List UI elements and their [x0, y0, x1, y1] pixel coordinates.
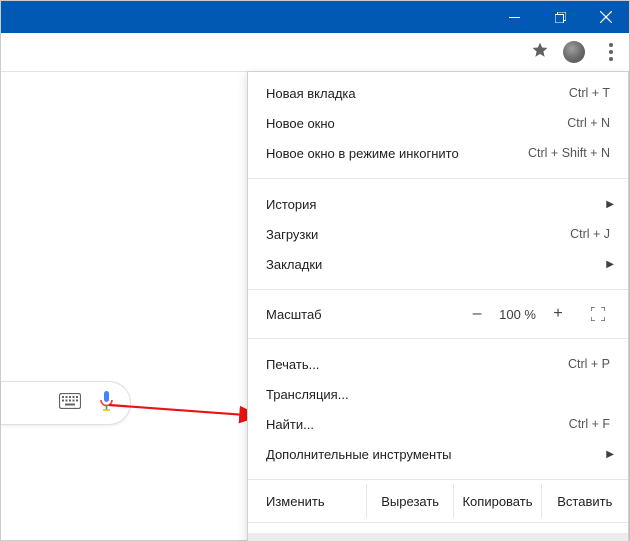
- menu-zoom: Масштаб – 100 % +: [248, 294, 628, 334]
- menu-item-label: Новое окно в режиме инкогнито: [266, 146, 528, 161]
- bookmark-star-icon[interactable]: [531, 41, 549, 64]
- profile-avatar[interactable]: [563, 41, 585, 63]
- menu-item-shortcut: Ctrl + P: [568, 357, 610, 371]
- menu-find[interactable]: Найти... Ctrl + F: [248, 409, 628, 439]
- menu-cast[interactable]: Трансляция...: [248, 379, 628, 409]
- menu-item-label: Новое окно: [266, 116, 567, 131]
- menu-print[interactable]: Печать... Ctrl + P: [248, 349, 628, 379]
- menu-item-shortcut: Ctrl + Shift + N: [528, 146, 610, 160]
- zoom-value: 100 %: [499, 307, 536, 322]
- menu-settings[interactable]: Настройки: [248, 533, 628, 541]
- menu-item-shortcut: Ctrl + J: [570, 227, 610, 241]
- menu-item-label: Закладки: [266, 257, 610, 272]
- menu-item-label: Новая вкладка: [266, 86, 569, 101]
- search-bar-right-edge[interactable]: [1, 381, 131, 425]
- browser-toolbar: [1, 33, 629, 72]
- fullscreen-button[interactable]: [586, 302, 610, 326]
- menu-bookmarks[interactable]: Закладки ▶: [248, 249, 628, 279]
- maximize-button[interactable]: [537, 1, 583, 33]
- more-vertical-icon: [609, 43, 613, 61]
- fullscreen-icon: [591, 307, 605, 321]
- window-titlebar: [1, 1, 629, 33]
- menu-item-label: Трансляция...: [266, 387, 610, 402]
- chevron-right-icon: ▶: [606, 449, 614, 460]
- menu-downloads[interactable]: Загрузки Ctrl + J: [248, 219, 628, 249]
- edit-paste[interactable]: Вставить: [541, 484, 628, 518]
- maximize-icon: [555, 12, 566, 23]
- menu-new-tab[interactable]: Новая вкладка Ctrl + T: [248, 78, 628, 108]
- menu-item-shortcut: Ctrl + T: [569, 86, 610, 100]
- menu-item-label: Найти...: [266, 417, 569, 432]
- menu-more-tools[interactable]: Дополнительные инструменты ▶: [248, 439, 628, 469]
- chevron-right-icon: ▶: [606, 259, 614, 270]
- menu-item-label: История: [266, 197, 610, 212]
- keyboard-icon[interactable]: [59, 393, 81, 414]
- menu-separator: [248, 479, 628, 480]
- menu-item-shortcut: Ctrl + N: [567, 116, 610, 130]
- chrome-main-menu: Новая вкладка Ctrl + T Новое окно Ctrl +…: [247, 71, 629, 541]
- minimize-button[interactable]: [491, 1, 537, 33]
- menu-button[interactable]: [599, 40, 623, 64]
- annotation-arrow: [109, 399, 269, 429]
- zoom-in-button[interactable]: +: [546, 302, 570, 326]
- edit-label: Изменить: [248, 484, 366, 518]
- zoom-out-button[interactable]: –: [465, 302, 489, 326]
- menu-item-shortcut: Ctrl + F: [569, 417, 610, 431]
- menu-item-label: Масштаб: [266, 307, 455, 322]
- menu-edit-row: Изменить Вырезать Копировать Вставить: [248, 484, 628, 518]
- menu-separator: [248, 338, 628, 339]
- menu-separator: [248, 289, 628, 290]
- close-button[interactable]: [583, 1, 629, 33]
- menu-separator: [248, 178, 628, 179]
- menu-new-window[interactable]: Новое окно Ctrl + N: [248, 108, 628, 138]
- menu-item-label: Дополнительные инструменты: [266, 447, 610, 462]
- microphone-icon[interactable]: [99, 390, 114, 417]
- menu-item-label: Печать...: [266, 357, 568, 372]
- menu-incognito[interactable]: Новое окно в режиме инкогнито Ctrl + Shi…: [248, 138, 628, 168]
- menu-history[interactable]: История ▶: [248, 189, 628, 219]
- close-icon: [600, 11, 612, 23]
- chevron-right-icon: ▶: [606, 199, 614, 210]
- app-window: Новая вкладка Ctrl + T Новое окно Ctrl +…: [0, 0, 630, 541]
- minimize-icon: [509, 12, 520, 23]
- edit-copy[interactable]: Копировать: [453, 484, 540, 518]
- menu-item-label: Загрузки: [266, 227, 570, 242]
- menu-separator: [248, 522, 628, 523]
- edit-cut[interactable]: Вырезать: [366, 484, 453, 518]
